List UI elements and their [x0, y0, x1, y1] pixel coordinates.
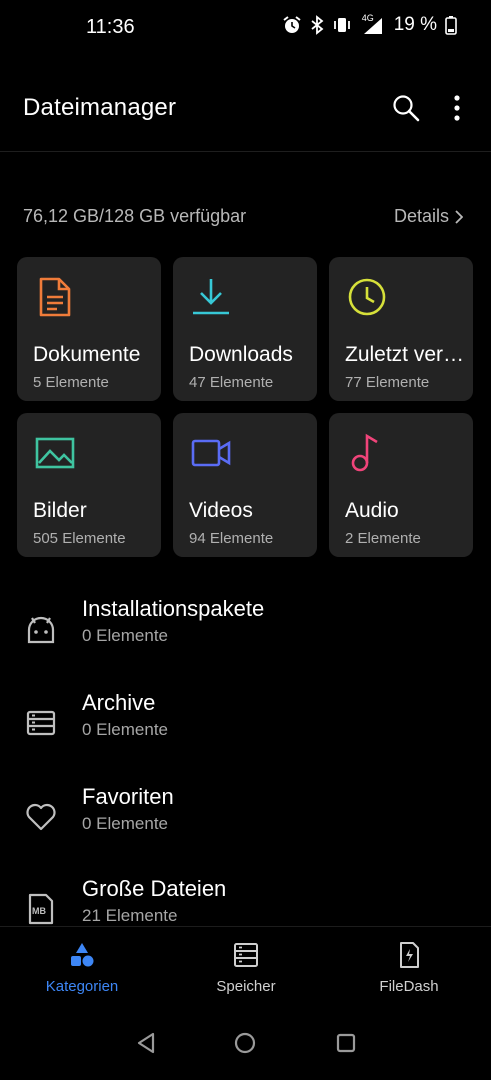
nav-label: FileDash	[379, 978, 439, 995]
mb-file-icon: MB	[24, 892, 58, 926]
archive-icon	[26, 710, 56, 736]
tile-downloads[interactable]: Downloads 47 Elemente	[173, 257, 317, 401]
recents-icon[interactable]	[333, 1030, 359, 1056]
nav-label: Speicher	[216, 978, 276, 995]
tile-count: 5 Elemente	[33, 374, 109, 391]
tile-label: Bilder	[33, 499, 87, 522]
bluetooth-icon	[311, 15, 324, 35]
music-note-icon	[351, 433, 378, 472]
tile-label: Dokumente	[33, 343, 141, 366]
battery-icon	[445, 16, 457, 35]
search-icon	[393, 95, 420, 122]
tile-label: Zuletzt verwendet	[345, 343, 469, 366]
tile-label: Videos	[189, 499, 253, 522]
tile-audio[interactable]: Audio 2 Elemente	[329, 413, 473, 557]
heart-icon	[26, 803, 56, 831]
categories-icon	[71, 943, 94, 967]
mb-label: MB	[32, 906, 46, 916]
list-item-label: Installationspakete	[82, 596, 265, 621]
vibrate-icon	[333, 18, 350, 32]
tile-count: 77 Elemente	[345, 374, 430, 391]
video-icon	[191, 439, 231, 467]
list-item-count: 0 Elemente	[82, 814, 168, 833]
list-item-archive[interactable]: Archive 0 Elemente	[0, 690, 491, 770]
tile-label: Downloads	[189, 343, 293, 366]
tile-count: 2 Elemente	[345, 530, 421, 547]
document-icon	[39, 277, 71, 317]
nav-speicher[interactable]: Speicher	[164, 927, 328, 1007]
list-item-installationspakete[interactable]: Installationspakete 0 Elemente	[0, 596, 491, 676]
storage-summary: 76,12 GB/128 GB verfügbar	[23, 206, 247, 226]
nav-label: Kategorien	[45, 978, 119, 995]
list-item-label: Große Dateien	[82, 876, 227, 901]
nav-filedash[interactable]: FileDash	[327, 927, 491, 1007]
list-item-favoriten[interactable]: Favoriten 0 Elemente	[0, 784, 491, 864]
tile-videos[interactable]: Videos 94 Elemente	[173, 413, 317, 557]
nav-kategorien[interactable]: Kategorien	[0, 927, 164, 1007]
home-icon[interactable]	[232, 1030, 258, 1056]
header-divider	[0, 151, 491, 152]
tile-zuletzt-verwendet[interactable]: Zuletzt verwendet 77 Elemente	[329, 257, 473, 401]
list-item-count: 0 Elemente	[82, 720, 168, 739]
tile-count: 505 Elemente	[33, 530, 126, 547]
filedash-icon	[400, 942, 419, 968]
more-vertical-icon	[454, 95, 460, 121]
list-item-label: Archive	[82, 690, 156, 715]
tile-dokumente[interactable]: Dokumente 5 Elemente	[17, 257, 161, 401]
image-icon	[35, 437, 75, 469]
details-link[interactable]: Details	[394, 206, 463, 227]
list-item-count: 0 Elemente	[82, 626, 168, 645]
download-icon	[193, 279, 229, 315]
clock-icon	[348, 278, 386, 316]
list-item-label: Favoriten	[82, 784, 174, 809]
alarm-icon	[283, 16, 301, 33]
bottom-navigation: Kategorien Speicher FileDash	[0, 926, 491, 1007]
status-icons: 4G 19 %	[282, 13, 457, 36]
tile-count: 47 Elemente	[189, 374, 274, 391]
chevron-right-icon	[455, 209, 463, 224]
storage-icon	[234, 943, 258, 967]
page-title: Dateimanager	[23, 94, 177, 121]
list-item-count: 21 Elemente	[82, 906, 178, 925]
tile-bilder[interactable]: Bilder 505 Elemente	[17, 413, 161, 557]
android-icon	[27, 616, 55, 644]
network-type: 4G	[361, 13, 374, 23]
status-time: 11:36	[86, 16, 135, 38]
back-icon[interactable]	[133, 1030, 159, 1056]
battery-percent: 19 %	[393, 14, 437, 35]
signal-4g: 4G	[360, 13, 386, 35]
tile-label: Audio	[345, 499, 399, 522]
details-label: Details	[393, 206, 449, 226]
search-button[interactable]	[390, 92, 422, 124]
more-options-button[interactable]	[441, 92, 473, 124]
system-navigation-bar	[0, 1006, 491, 1080]
tile-count: 94 Elemente	[189, 530, 274, 547]
